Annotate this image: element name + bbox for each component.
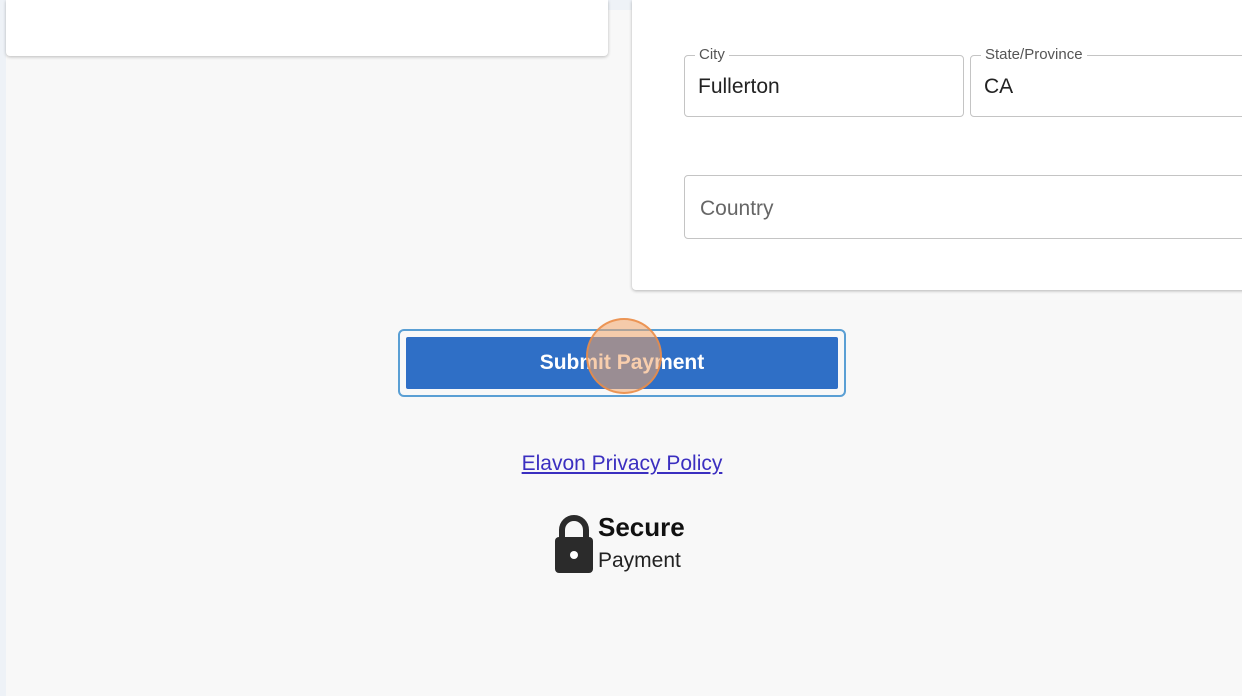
country-placeholder: Country	[700, 197, 774, 220]
city-label: City	[695, 47, 729, 63]
lock-icon	[555, 515, 593, 573]
country-field[interactable]: Country	[684, 175, 1242, 239]
secure-title: Secure	[598, 512, 685, 542]
state-province-field[interactable]: State/Province CA	[970, 47, 1242, 117]
state-province-label: State/Province	[981, 47, 1087, 63]
secure-subtitle: Payment	[598, 549, 681, 572]
submit-payment-button[interactable]: Submit Payment	[406, 337, 838, 389]
payment-page: City Fullerton State/Province CA Country…	[6, 0, 1242, 696]
billing-address-card: City Fullerton State/Province CA Country	[632, 0, 1242, 290]
submit-focus-ring: Submit Payment	[398, 329, 846, 397]
secure-payment-badge: Secure Payment	[554, 512, 714, 582]
city-value: Fullerton	[698, 75, 780, 98]
privacy-policy-link[interactable]: Elavon Privacy Policy	[514, 452, 730, 476]
payment-details-card	[6, 0, 608, 56]
city-field[interactable]: City Fullerton	[684, 47, 964, 117]
state-province-value: CA	[984, 75, 1014, 98]
